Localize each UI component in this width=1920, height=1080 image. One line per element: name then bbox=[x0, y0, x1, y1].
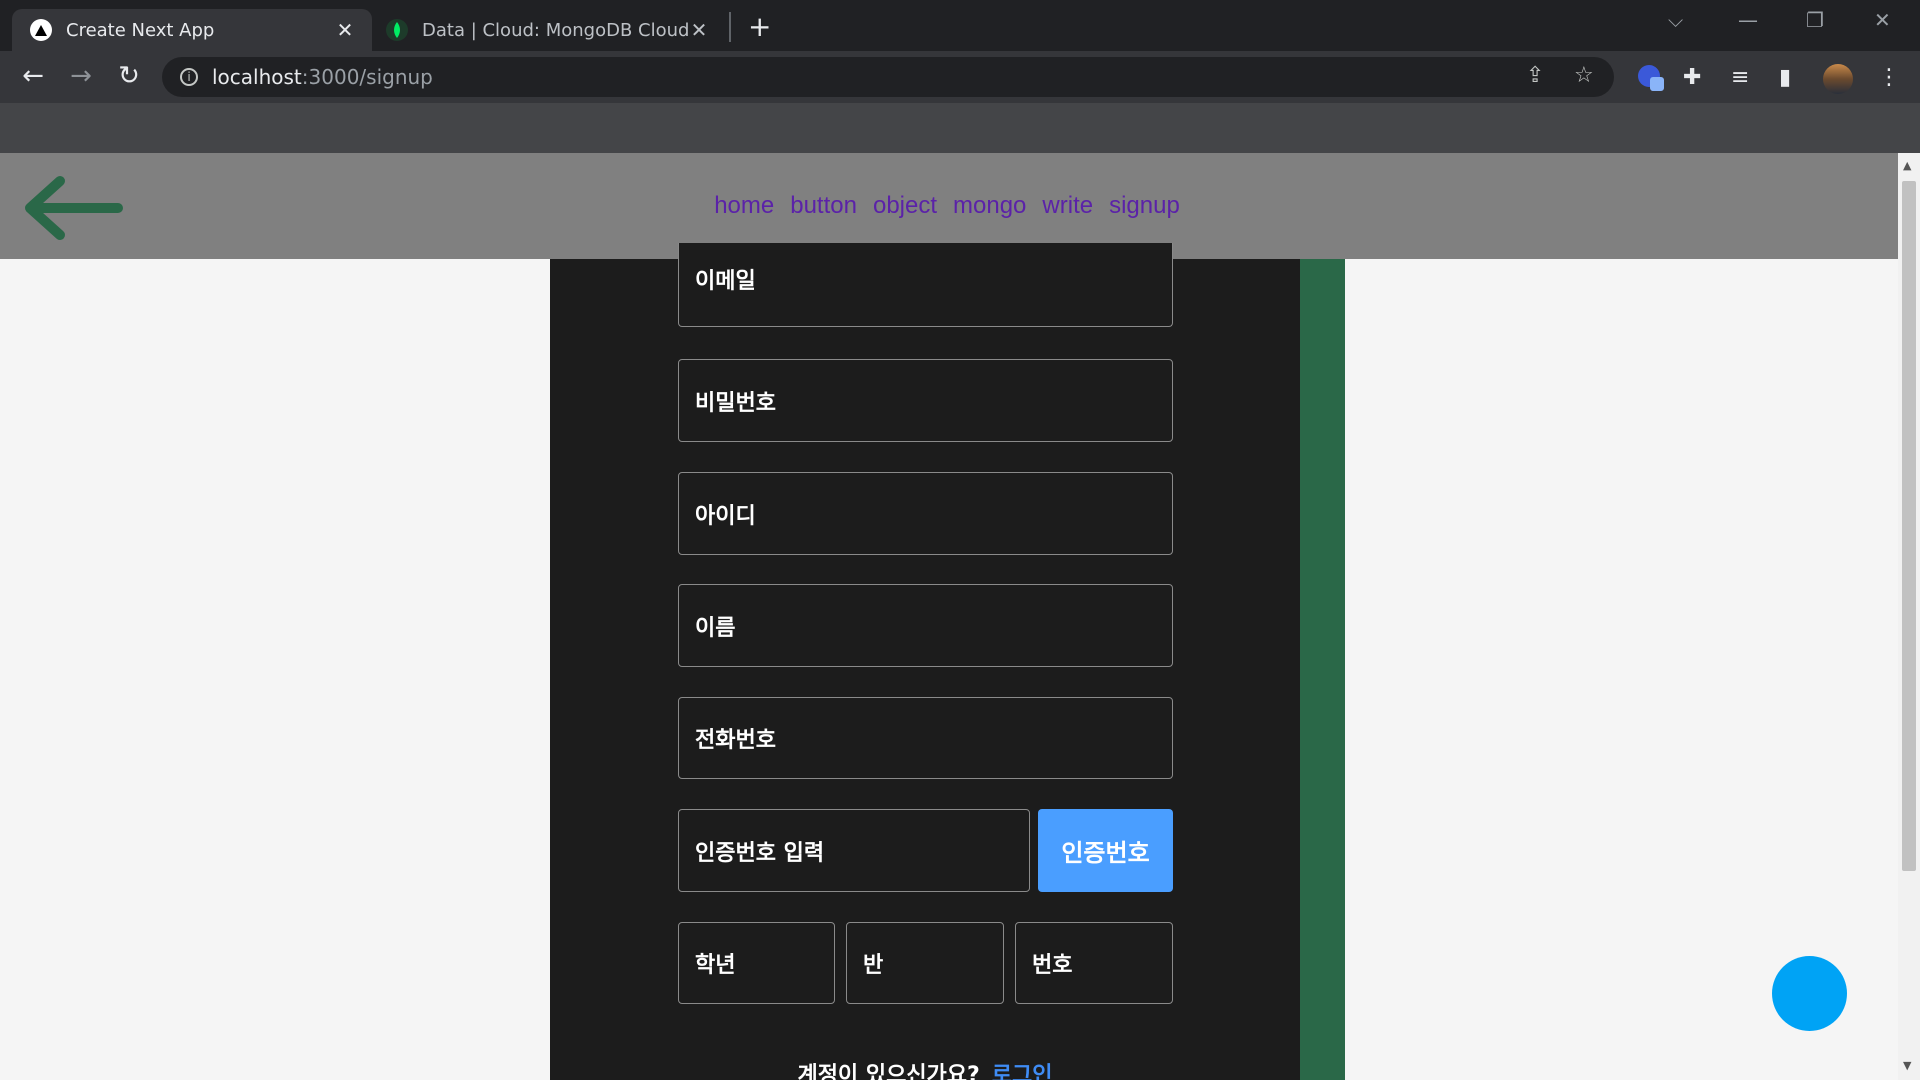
scroll-thumb[interactable] bbox=[1902, 181, 1916, 871]
extensions-puzzle-icon[interactable]: ✚ bbox=[1683, 65, 1701, 90]
accent-strip bbox=[1300, 259, 1345, 1080]
tab-separator bbox=[729, 12, 731, 42]
side-panel-icon[interactable]: ▮ bbox=[1779, 65, 1791, 90]
media-playlist-icon[interactable]: ≡ bbox=[1731, 65, 1749, 90]
login-link[interactable]: 로그인 bbox=[992, 1063, 1053, 1080]
tab-title: Create Next App bbox=[66, 19, 215, 41]
close-window-icon[interactable]: ✕ bbox=[1874, 8, 1891, 32]
grade-field-placeholder: 학년 bbox=[695, 953, 736, 978]
profile-avatar[interactable] bbox=[1823, 64, 1853, 94]
address-bar[interactable]: i localhost:3000/signup ⇪ ☆ bbox=[162, 57, 1614, 97]
page-scrollbar[interactable]: ▲ ▼ bbox=[1898, 153, 1920, 1080]
phone-field[interactable]: 전화번호 bbox=[678, 697, 1173, 779]
forward-icon[interactable]: → bbox=[64, 61, 98, 91]
verification-code-button[interactable]: 인증번호 bbox=[1038, 809, 1173, 892]
name-field[interactable]: 이름 bbox=[678, 584, 1173, 667]
password-field[interactable]: 비밀번호 bbox=[678, 359, 1173, 442]
nav-button-link[interactable]: button bbox=[790, 192, 857, 220]
name-field-placeholder: 이름 bbox=[695, 615, 736, 641]
share-icon[interactable]: ⇪ bbox=[1526, 63, 1544, 88]
close-tab-icon[interactable]: ✕ bbox=[688, 18, 710, 42]
extension-icon[interactable] bbox=[1638, 65, 1664, 91]
number-field[interactable]: 번호 bbox=[1015, 922, 1173, 1004]
new-tab-icon[interactable]: + bbox=[748, 10, 771, 43]
tab-mongodb-cloud[interactable]: Data | Cloud: MongoDB Cloud ✕ bbox=[376, 9, 726, 51]
login-question: 계정이 있으신가요? bbox=[797, 1063, 980, 1080]
phone-field-placeholder: 전화번호 bbox=[695, 728, 776, 753]
email-field[interactable]: 이메일 bbox=[678, 243, 1173, 327]
nav-home-link[interactable]: home bbox=[714, 192, 774, 220]
nav-write-link[interactable]: write bbox=[1042, 192, 1093, 220]
menu-kebab-icon[interactable]: ⋮ bbox=[1878, 65, 1900, 90]
nav-object-link[interactable]: object bbox=[873, 192, 937, 220]
login-prompt: 계정이 있으신가요? 로그인 bbox=[550, 1057, 1300, 1080]
minimize-icon[interactable]: — bbox=[1738, 8, 1758, 32]
page-viewport: home button object mongo write signup 이메… bbox=[0, 153, 1898, 1080]
restore-icon[interactable]: ❐ bbox=[1806, 8, 1824, 32]
nextjs-triangle-icon bbox=[30, 19, 52, 41]
site-info-icon[interactable]: i bbox=[180, 68, 198, 86]
browser-tabstrip: Create Next App ✕ Data | Cloud: MongoDB … bbox=[0, 0, 1920, 51]
toolbar-extension-area bbox=[0, 103, 1920, 153]
tab-create-next-app[interactable]: Create Next App ✕ bbox=[12, 9, 372, 51]
user-id-field-placeholder: 아이디 bbox=[695, 503, 756, 529]
nav-signup-link[interactable]: signup bbox=[1109, 192, 1180, 220]
reload-icon[interactable]: ↻ bbox=[112, 61, 146, 91]
grade-field[interactable]: 학년 bbox=[678, 922, 835, 1004]
tab-title: Data | Cloud: MongoDB Cloud bbox=[422, 19, 688, 41]
number-field-placeholder: 번호 bbox=[1032, 953, 1073, 978]
email-field-placeholder: 이메일 bbox=[695, 269, 756, 294]
scroll-down-icon[interactable]: ▼ bbox=[1903, 1059, 1911, 1072]
verification-code-field[interactable]: 인증번호 입력 bbox=[678, 809, 1030, 892]
verification-code-placeholder: 인증번호 입력 bbox=[695, 840, 825, 866]
floating-action-button[interactable] bbox=[1772, 956, 1847, 1031]
mongodb-leaf-icon bbox=[386, 19, 408, 41]
url-text: localhost:3000/signup bbox=[212, 65, 433, 89]
tab-search-icon[interactable]: ⌵ bbox=[1668, 8, 1683, 32]
browser-toolbar: ← → ↻ i localhost:3000/signup ⇪ ☆ ✚ ≡ ▮ … bbox=[0, 51, 1920, 103]
bookmark-star-icon[interactable]: ☆ bbox=[1574, 63, 1594, 88]
user-id-field[interactable]: 아이디 bbox=[678, 472, 1173, 555]
nav-mongo-link[interactable]: mongo bbox=[953, 192, 1026, 220]
scroll-up-icon[interactable]: ▲ bbox=[1903, 159, 1911, 172]
close-tab-icon[interactable]: ✕ bbox=[334, 18, 356, 42]
back-icon[interactable]: ← bbox=[16, 61, 50, 91]
class-field-placeholder: 반 bbox=[863, 953, 884, 978]
password-field-placeholder: 비밀번호 bbox=[695, 390, 776, 416]
class-field[interactable]: 반 bbox=[846, 922, 1004, 1004]
